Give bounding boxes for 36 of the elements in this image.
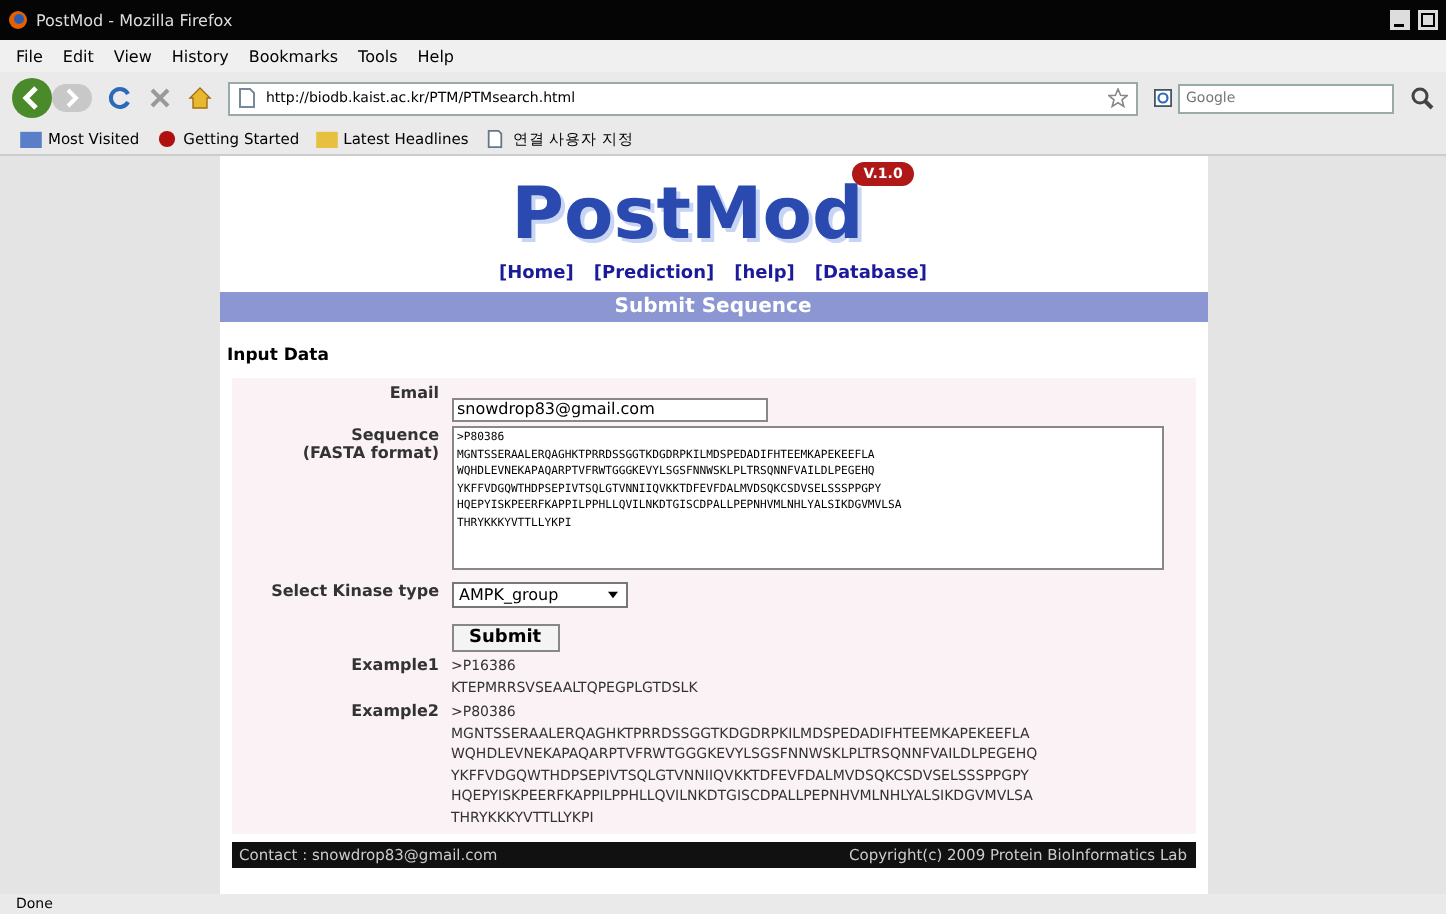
section-title: Input Data xyxy=(225,344,331,370)
minimize-icon[interactable] xyxy=(1390,10,1410,30)
kinase-dropdown[interactable]: AMPK_group xyxy=(451,582,627,608)
menu-item[interactable]: Tools xyxy=(358,47,398,65)
reload-icon[interactable] xyxy=(108,86,132,110)
menu-item[interactable]: Bookmarks xyxy=(248,47,339,65)
home-icon[interactable] xyxy=(188,86,212,110)
menu-item[interactable]: Help xyxy=(417,47,455,65)
menu-item[interactable]: View xyxy=(113,47,152,65)
nav-link[interactable]: [Home] xyxy=(498,264,574,284)
back-icon[interactable] xyxy=(12,78,52,118)
example-label: Example1 xyxy=(349,656,439,678)
field-label: Select Kinase type xyxy=(269,582,439,604)
menu-item[interactable]: File xyxy=(16,47,43,65)
nav-link[interactable]: [Database] xyxy=(814,264,928,284)
email-field[interactable]: snowdrop83@gmail.com xyxy=(451,397,767,421)
page-icon xyxy=(484,130,507,148)
menu-item[interactable]: Edit xyxy=(62,47,94,65)
submit-button[interactable]: Submit xyxy=(451,624,560,652)
nav-link[interactable]: [Prediction] xyxy=(593,264,715,284)
search-icon[interactable] xyxy=(1410,86,1434,110)
section-header: Submit Sequence xyxy=(219,292,1207,322)
field-label: Email xyxy=(387,384,439,406)
dropdown-arrow-icon xyxy=(605,590,619,600)
example-label: Example2 xyxy=(349,702,439,724)
menu-item[interactable]: History xyxy=(171,47,229,65)
window-title: PostMod - Mozilla Firefox xyxy=(36,11,233,29)
nav-link[interactable]: [help] xyxy=(734,264,795,284)
folder-icon xyxy=(20,130,42,148)
page-icon xyxy=(238,88,256,108)
star-icon[interactable] xyxy=(1108,88,1128,108)
field-label: Sequence xyxy=(351,426,439,444)
stop-icon[interactable] xyxy=(148,86,172,110)
folder-icon xyxy=(315,130,338,148)
maximize-icon[interactable] xyxy=(1418,10,1438,30)
field-label: (FASTA format) xyxy=(302,444,439,462)
